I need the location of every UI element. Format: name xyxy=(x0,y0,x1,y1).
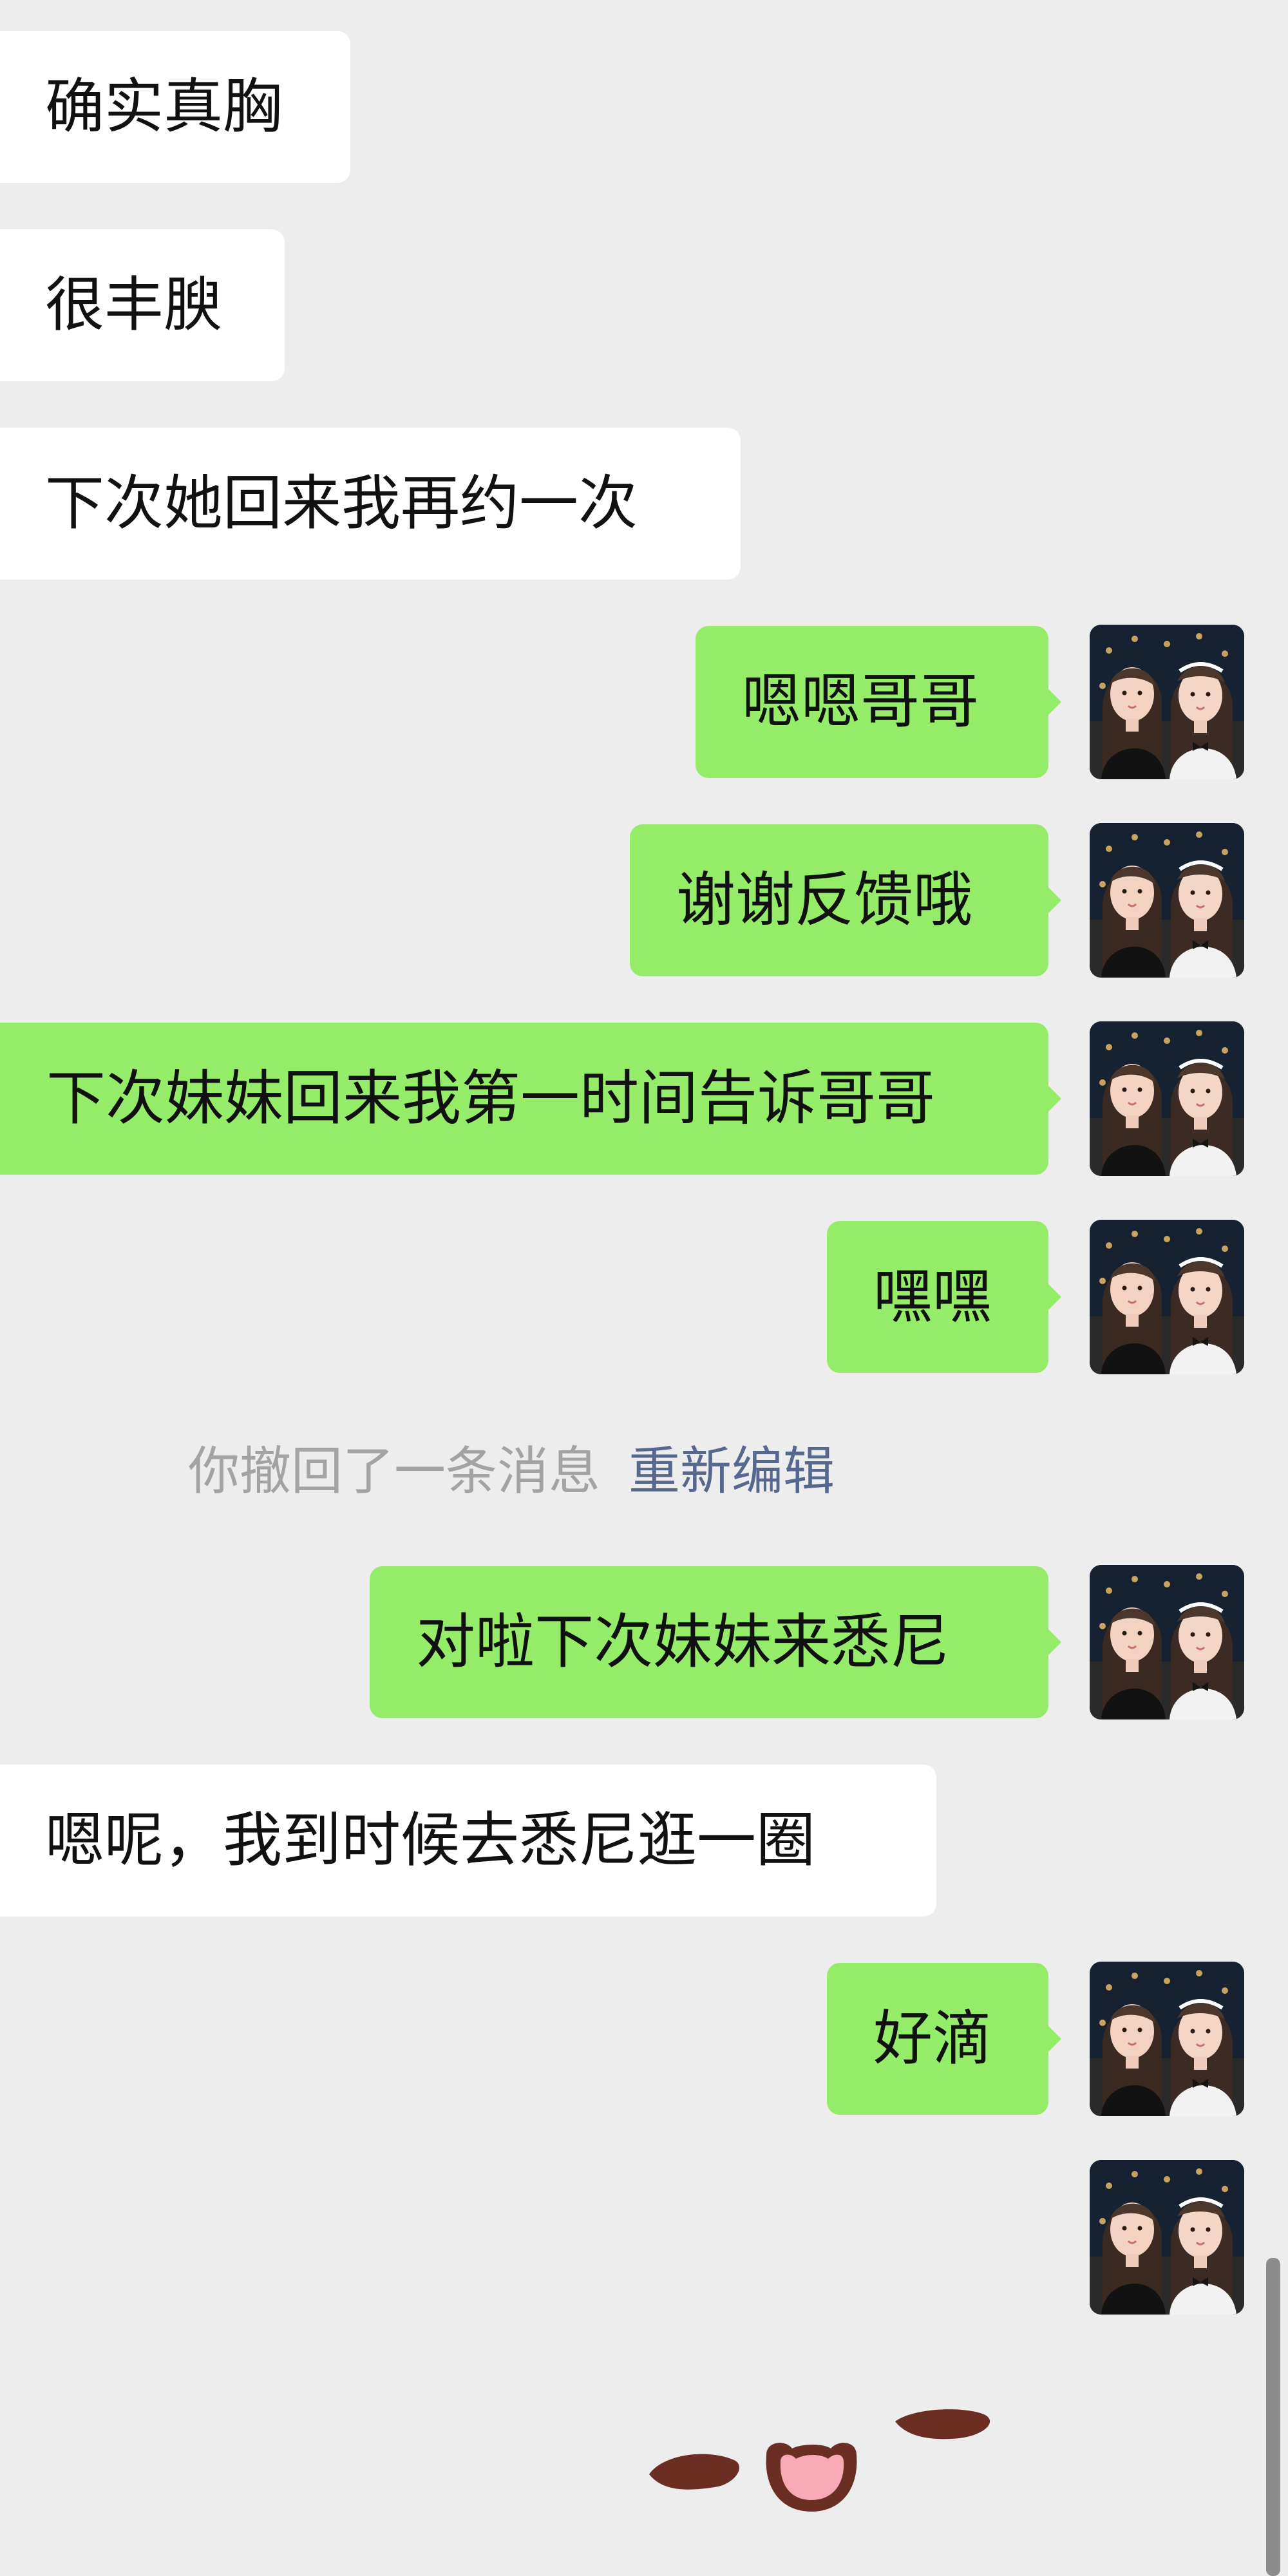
incoming-message-bubble[interactable]: 下次她回来我再约一次 xyxy=(0,428,741,580)
outgoing-message-bubble[interactable]: 嘿嘿 xyxy=(827,1221,1061,1373)
re-edit-link[interactable]: 重新编辑 xyxy=(629,1441,835,1501)
message-text: 对啦下次妹妹来悉尼 xyxy=(416,1607,950,1676)
user-avatar[interactable] xyxy=(1090,1220,1244,1374)
message-text: 嗯呢，我到时候去悉尼逛一圈 xyxy=(45,1806,816,1875)
avatar-photo-icon xyxy=(1090,625,1244,779)
message-text: 谢谢反馈哦 xyxy=(676,866,973,934)
user-avatar[interactable] xyxy=(1090,1962,1244,2116)
message-text: 很丰腴 xyxy=(45,270,223,339)
avatar-photo-icon xyxy=(1090,823,1244,978)
message-text: 下次妹妹回来我第一时间告诉哥哥 xyxy=(46,1064,936,1133)
message-text: 好滴 xyxy=(873,2004,992,2073)
message-text: 嘿嘿 xyxy=(873,1262,992,1331)
message-text: 下次她回来我再约一次 xyxy=(45,469,638,538)
outgoing-message-bubble[interactable]: 好滴 xyxy=(827,1963,1061,2115)
incoming-message-bubble[interactable]: 很丰腴 xyxy=(0,229,285,381)
user-avatar[interactable] xyxy=(1090,1565,1244,1719)
user-avatar[interactable] xyxy=(1090,2160,1244,2315)
outgoing-message-bubble[interactable]: 谢谢反馈哦 xyxy=(630,824,1061,976)
incoming-message-bubble[interactable]: 确实真胸 xyxy=(0,31,350,183)
message-text: 嗯嗯哥哥 xyxy=(742,667,980,736)
avatar-photo-icon xyxy=(1090,1565,1244,1719)
user-avatar[interactable] xyxy=(1090,625,1244,779)
message-text: 确实真胸 xyxy=(45,72,283,141)
recall-notice: 你撤回了一条消息 重新编辑 xyxy=(0,1436,1288,1507)
avatar-photo-icon xyxy=(1090,2160,1244,2315)
outgoing-message-bubble[interactable]: 下次妹妹回来我第一时间告诉哥哥 xyxy=(0,1023,1061,1175)
outgoing-message-bubble[interactable]: 对啦下次妹妹来悉尼 xyxy=(370,1566,1061,1718)
incoming-message-bubble[interactable]: 嗯呢，我到时候去悉尼逛一圈 xyxy=(0,1765,936,1917)
avatar-photo-icon xyxy=(1090,1220,1244,1374)
cute-face-sticker-icon[interactable] xyxy=(638,2376,1005,2524)
avatar-photo-icon xyxy=(1090,1962,1244,2116)
chat-message-list[interactable]: 确实真胸 很丰腴 下次她回来我再约一次 嗯嗯哥哥 谢谢反馈哦 下次妹妹回来我第一… xyxy=(0,0,1288,2576)
user-avatar[interactable] xyxy=(1090,823,1244,978)
outgoing-message-bubble[interactable]: 嗯嗯哥哥 xyxy=(696,626,1061,778)
user-avatar[interactable] xyxy=(1090,1021,1244,1176)
scrollbar[interactable] xyxy=(1266,2258,1280,2576)
recall-notice-text: 你撤回了一条消息 xyxy=(188,1441,600,1501)
avatar-photo-icon xyxy=(1090,1021,1244,1176)
